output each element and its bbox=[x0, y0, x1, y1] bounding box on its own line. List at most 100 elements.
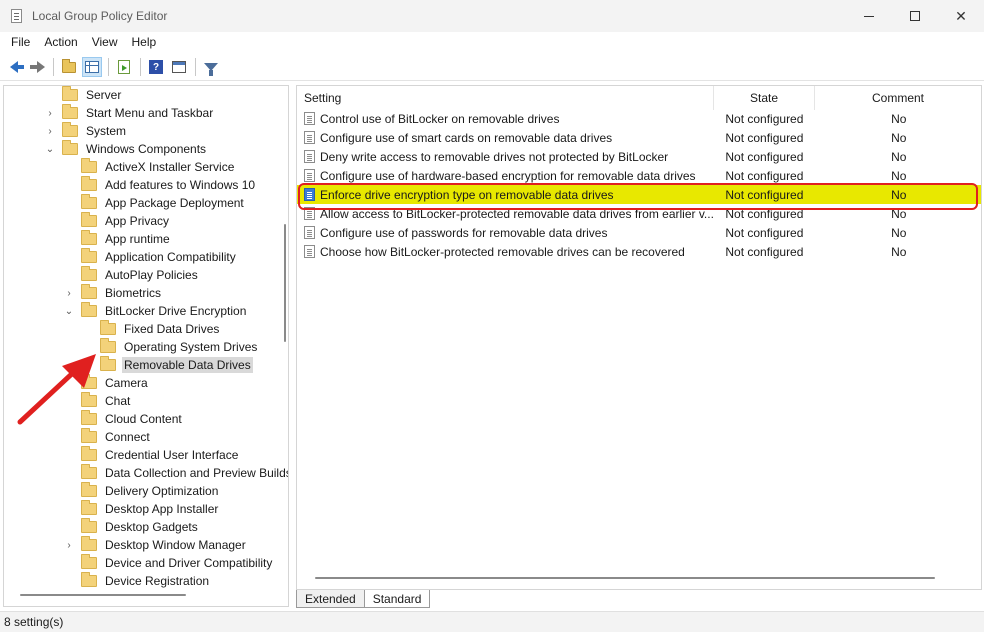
setting-name: Configure use of passwords for removable… bbox=[320, 225, 608, 240]
tree-item-label: AutoPlay Policies bbox=[105, 268, 198, 282]
chevron-icon[interactable] bbox=[63, 215, 75, 227]
setting-row[interactable]: Control use of BitLocker on removable dr… bbox=[297, 109, 981, 128]
tree-item[interactable]: Cloud Content bbox=[63, 410, 184, 428]
chevron-icon[interactable] bbox=[63, 467, 75, 479]
tree-item[interactable]: Application Compatibility bbox=[63, 248, 238, 266]
chevron-icon[interactable] bbox=[63, 575, 75, 587]
tree-item-label: Windows Components bbox=[86, 142, 207, 156]
chevron-icon[interactable] bbox=[63, 269, 75, 281]
setting-row-highlighted[interactable]: Enforce drive encryption type on removab… bbox=[297, 185, 981, 204]
properties-button[interactable] bbox=[169, 57, 189, 77]
chevron-icon[interactable] bbox=[63, 557, 75, 569]
tree-item[interactable]: Device and Driver Compatibility bbox=[63, 554, 274, 572]
tree-item[interactable]: › Desktop Window Manager bbox=[63, 536, 248, 554]
chevron-down-icon[interactable]: ⌄ bbox=[44, 143, 56, 155]
column-header-state[interactable]: State bbox=[714, 86, 815, 110]
setting-row[interactable]: Configure use of passwords for removable… bbox=[297, 223, 981, 242]
tree-item[interactable]: Data Collection and Preview Builds bbox=[63, 464, 288, 482]
tree-item-selected[interactable]: Removable Data Drives bbox=[82, 356, 253, 374]
tree-item[interactable]: Desktop Gadgets bbox=[63, 518, 200, 536]
forward-button[interactable] bbox=[27, 57, 47, 77]
settings-list-pane: Setting State Comment Control use of Bit… bbox=[296, 85, 982, 590]
tab-extended[interactable]: Extended bbox=[296, 590, 365, 608]
chevron-icon[interactable] bbox=[63, 377, 75, 389]
column-header-comment[interactable]: Comment bbox=[815, 86, 981, 110]
tree-item[interactable]: ActiveX Installer Service bbox=[63, 158, 236, 176]
chevron-down-icon[interactable]: ⌄ bbox=[63, 305, 75, 317]
tree-item[interactable]: Desktop App Installer bbox=[63, 500, 220, 518]
chevron-right-icon[interactable]: › bbox=[44, 125, 56, 137]
chevron-right-icon[interactable]: › bbox=[44, 107, 56, 119]
folder-icon bbox=[81, 572, 97, 587]
show-hide-tree-button[interactable] bbox=[82, 57, 102, 77]
menu-action[interactable]: Action bbox=[37, 35, 84, 49]
tree-item[interactable]: Chat bbox=[63, 392, 132, 410]
forward-icon bbox=[30, 61, 45, 73]
export-list-button[interactable] bbox=[114, 57, 134, 77]
chevron-icon[interactable] bbox=[44, 89, 56, 101]
close-button[interactable]: ✕ bbox=[938, 0, 984, 32]
setting-comment: No bbox=[891, 206, 907, 221]
chevron-icon[interactable] bbox=[63, 251, 75, 263]
tree-horizontal-scrollbar[interactable] bbox=[20, 594, 186, 596]
menu-file[interactable]: File bbox=[4, 35, 37, 49]
chevron-icon[interactable] bbox=[63, 413, 75, 425]
tree-item[interactable]: Fixed Data Drives bbox=[82, 320, 221, 338]
up-one-level-button[interactable] bbox=[59, 57, 79, 77]
tab-standard[interactable]: Standard bbox=[363, 590, 431, 608]
help-icon: ? bbox=[149, 60, 163, 74]
back-button[interactable] bbox=[4, 57, 24, 77]
chevron-icon[interactable] bbox=[63, 503, 75, 515]
tree-item[interactable]: ⌄ BitLocker Drive Encryption bbox=[63, 302, 248, 320]
tree-item[interactable]: AutoPlay Policies bbox=[63, 266, 200, 284]
policy-setting-icon bbox=[304, 188, 315, 201]
tree-item[interactable]: Delivery Optimization bbox=[63, 482, 220, 500]
tree-item[interactable]: › System bbox=[44, 122, 128, 140]
setting-state: Not configured bbox=[725, 206, 804, 221]
tree-item[interactable]: App Privacy bbox=[63, 212, 171, 230]
column-header-setting[interactable]: Setting bbox=[297, 86, 714, 110]
tree-item[interactable]: Add features to Windows 10 bbox=[63, 176, 257, 194]
chevron-icon[interactable] bbox=[63, 395, 75, 407]
chevron-icon[interactable] bbox=[82, 359, 94, 371]
setting-row[interactable]: Deny write access to removable drives no… bbox=[297, 147, 981, 166]
help-button[interactable]: ? bbox=[146, 57, 166, 77]
setting-row[interactable]: Configure use of hardware-based encrypti… bbox=[297, 166, 981, 185]
chevron-icon[interactable] bbox=[63, 197, 75, 209]
tree-vertical-scrollbar[interactable] bbox=[284, 224, 286, 342]
list-horizontal-scrollbar[interactable] bbox=[315, 577, 935, 579]
tree-item[interactable]: › Start Menu and Taskbar bbox=[44, 104, 215, 122]
tree-item[interactable]: Camera bbox=[63, 374, 150, 392]
tree-item[interactable]: › Biometrics bbox=[63, 284, 163, 302]
tree-item[interactable]: Server bbox=[44, 86, 123, 104]
filter-button[interactable] bbox=[201, 57, 221, 77]
menu-view[interactable]: View bbox=[85, 35, 125, 49]
tree-item[interactable]: Connect bbox=[63, 428, 152, 446]
chevron-icon[interactable] bbox=[82, 341, 94, 353]
chevron-icon[interactable] bbox=[63, 431, 75, 443]
tree-item[interactable]: Credential User Interface bbox=[63, 446, 240, 464]
maximize-button[interactable] bbox=[892, 0, 938, 32]
chevron-icon[interactable] bbox=[63, 485, 75, 497]
chevron-right-icon[interactable]: › bbox=[63, 287, 75, 299]
folder-icon bbox=[81, 302, 97, 317]
chevron-icon[interactable] bbox=[63, 161, 75, 173]
minimize-button[interactable] bbox=[846, 0, 892, 32]
tree-item[interactable]: App runtime bbox=[63, 230, 172, 248]
chevron-right-icon[interactable]: › bbox=[63, 539, 75, 551]
tree-item[interactable]: Operating System Drives bbox=[82, 338, 259, 356]
chevron-icon[interactable] bbox=[82, 323, 94, 335]
chevron-icon[interactable] bbox=[63, 521, 75, 533]
setting-row[interactable]: Allow access to BitLocker-protected remo… bbox=[297, 204, 981, 223]
chevron-icon[interactable] bbox=[63, 233, 75, 245]
setting-row[interactable]: Choose how BitLocker-protected removable… bbox=[297, 242, 981, 261]
tree-pane[interactable]: Server › Start Menu and Taskbar › System ⌄… bbox=[3, 85, 289, 607]
chevron-icon[interactable] bbox=[63, 179, 75, 191]
tree-item[interactable]: ⌄ Windows Components bbox=[44, 140, 208, 158]
menu-help[interactable]: Help bbox=[125, 35, 164, 49]
tree-item[interactable]: Device Registration bbox=[63, 572, 211, 590]
tree-item[interactable]: App Package Deployment bbox=[63, 194, 246, 212]
maximize-icon bbox=[910, 11, 920, 21]
chevron-icon[interactable] bbox=[63, 449, 75, 461]
setting-row[interactable]: Configure use of smart cards on removabl… bbox=[297, 128, 981, 147]
